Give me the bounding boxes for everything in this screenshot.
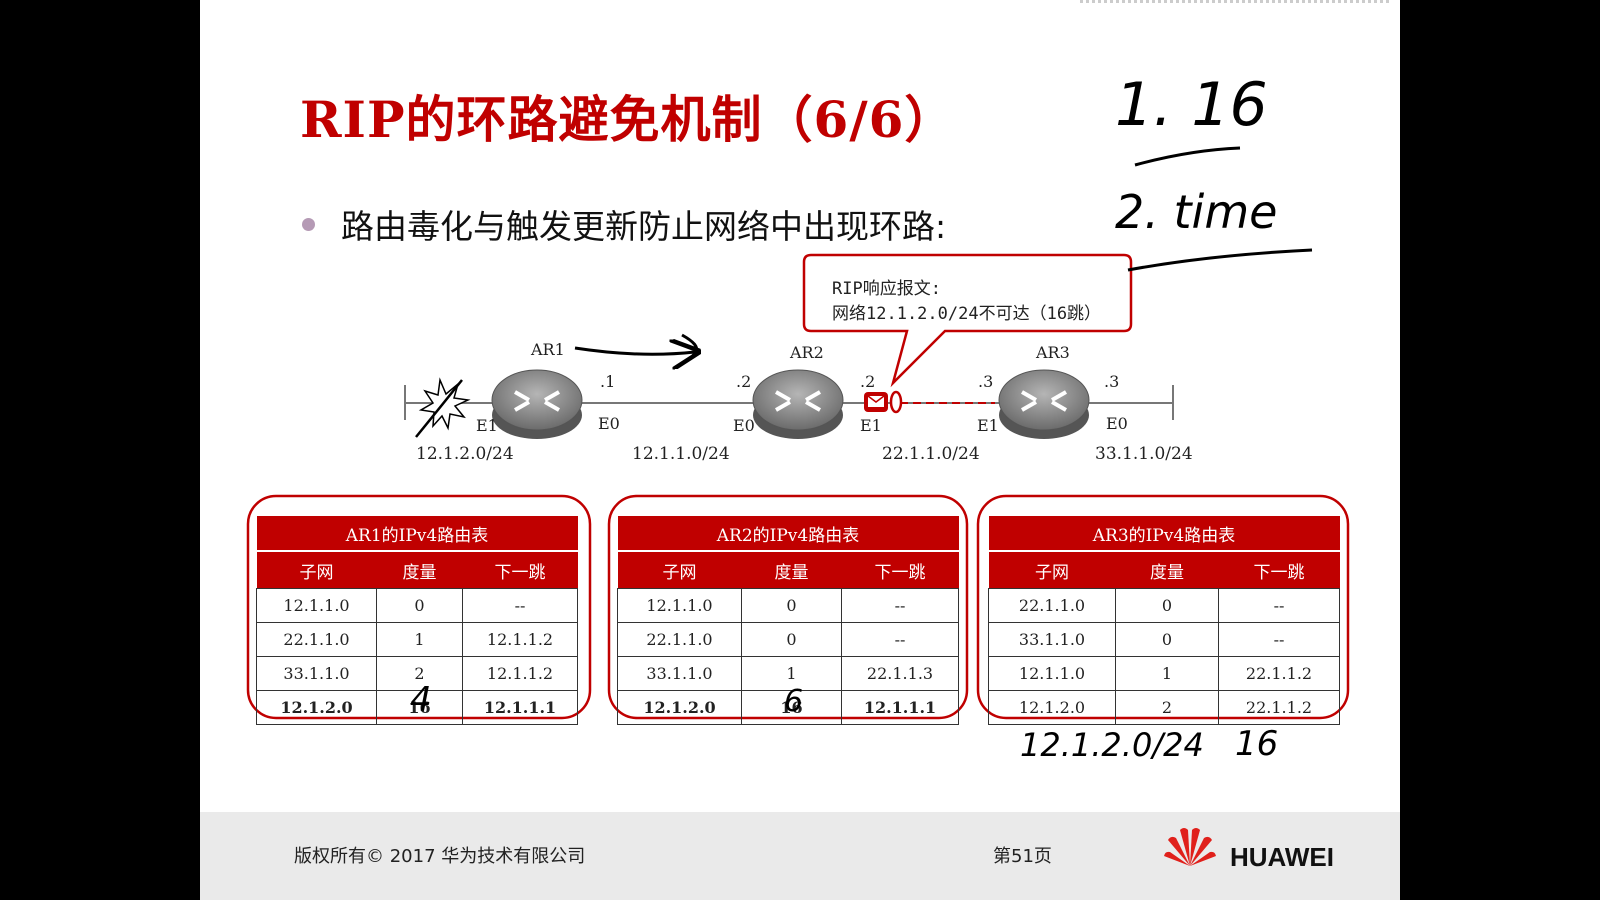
iface-ar2-e1: E1 [860,416,882,435]
cell: 12.1.1.0 [988,656,1116,691]
handwritten-underline-2 [1127,248,1313,272]
cell: 12.1.1.1 [841,690,959,725]
router-label-ar3: AR3 [1036,343,1070,362]
table-row: 12.1.1.0 0 -- [256,588,578,623]
col-header: 下一跳 [841,550,959,589]
cell: -- [462,588,578,623]
col-header: 度量 [741,550,842,589]
handwritten-metric-ar2: 6 [784,684,804,719]
cell: -- [841,588,959,623]
iface-ar3-e0: E0 [1106,414,1128,433]
handwritten-arrowhead [677,333,699,368]
cell: 1 [376,622,463,657]
col-header: 子网 [988,550,1116,589]
cell: 22.1.1.0 [256,622,377,657]
table-caption: AR3的IPv4路由表 [988,516,1340,551]
router-ar2-icon [752,369,844,439]
handwritten-arrow [574,348,695,354]
footer: 版权所有© 2017 华为技术有限公司 第51页 HUAWEI [200,812,1400,900]
cell: 12.1.1.1 [462,690,578,725]
col-header: 度量 [1115,550,1219,589]
col-header: 下一跳 [462,550,578,589]
handwritten-bottom-net: 12.1.2.0/24 [1020,726,1204,764]
table-row: 22.1.1.0 0 -- [617,622,959,657]
network-label: 22.1.1.0/24 [882,444,980,464]
cell: 0 [741,622,842,657]
cell: 22.1.1.2 [1218,690,1340,725]
callout-line-1: RIP响应报文: [832,279,941,299]
footer-page-number: 第51页 [993,846,1052,867]
router-ar3-icon [998,369,1090,439]
cell: 12.1.2.0 [988,690,1116,725]
cell: -- [841,622,959,657]
router-ar1-icon [491,369,583,439]
router-label-ar2: AR2 [790,343,824,362]
cell: 2 [1115,690,1219,725]
routing-table-ar3: AR3的IPv4路由表 子网 度量 下一跳 22.1.1.0 0 -- 33.1.1… [988,516,1340,725]
col-header: 子网 [617,550,742,589]
col-header: 下一跳 [1218,550,1340,589]
handwritten-bottom-metric: 16 [1235,724,1279,764]
iface-ar2-e0: E0 [733,416,755,435]
cell: 0 [1115,588,1219,623]
cell: 12.1.1.2 [462,622,578,657]
table-row: 12.1.2.0 2 22.1.1.2 [988,690,1340,725]
slide: RIP的环路避免机制（6/6） 路由毒化与触发更新防止网络中出现环路: RIP响… [200,0,1400,900]
iface-ar3-e1: E1 [977,416,999,435]
handwritten-note-2: 2. time [1115,185,1278,239]
col-header: 度量 [376,550,463,589]
cell: 0 [741,588,842,623]
addr-ar3-e1: .3 [978,372,994,391]
col-header: 子网 [256,550,377,589]
cell: 22.1.1.3 [841,656,959,691]
envelope-icon [864,390,903,414]
cell: -- [1218,588,1340,623]
table-caption: AR2的IPv4路由表 [617,516,959,551]
table-row: 33.1.1.0 0 -- [988,622,1340,657]
router-label-ar1: AR1 [531,340,565,359]
cell: 22.1.1.0 [617,622,742,657]
iface-ar1-e0: E0 [598,414,620,433]
handwritten-underline-1 [1134,146,1241,167]
cell: 22.1.1.2 [1218,656,1340,691]
cell: 0 [1115,622,1219,657]
iface-ar1-e1: E1 [476,416,498,435]
huawei-logo-icon [1164,828,1216,866]
table-row: 22.1.1.0 1 12.1.1.2 [256,622,578,657]
table-row: 12.1.1.0 1 22.1.1.2 [988,656,1340,691]
cell: 12.1.1.2 [462,656,578,691]
callout-text: RIP响应报文: 网络12.1.2.0/24不可达（16跳） [832,277,1101,327]
cell: -- [1218,622,1340,657]
huawei-wordmark: HUAWEI [1230,842,1334,872]
table-row: 12.1.1.0 0 -- [617,588,959,623]
cell: 0 [376,588,463,623]
addr-ar3-e0: .3 [1104,372,1120,391]
cell: 22.1.1.0 [988,588,1116,623]
cell: 33.1.1.0 [617,656,742,691]
footer-copyright: 版权所有© 2017 华为技术有限公司 [294,846,586,867]
addr-ar2-e1: .2 [860,372,876,391]
cell: 12.1.1.0 [617,588,742,623]
addr-ar2-e0: .2 [736,372,752,391]
addr-ar1-e0: .1 [600,372,616,391]
cell: 33.1.1.0 [256,656,377,691]
cell: 12.1.2.0 [256,690,377,725]
handwritten-note-1: 1. 16 [1115,70,1268,140]
network-label: 12.1.2.0/24 [416,444,514,464]
network-label: 12.1.1.0/24 [632,444,730,464]
table-row: 22.1.1.0 0 -- [988,588,1340,623]
table-caption: AR1的IPv4路由表 [256,516,578,551]
link-failure-icon [415,377,471,438]
cell: 1 [1115,656,1219,691]
cell: 12.1.1.0 [256,588,377,623]
cell: 12.1.2.0 [617,690,742,725]
callout-line-2: 网络12.1.2.0/24不可达（16跳） [832,304,1102,324]
network-label: 33.1.1.0/24 [1095,444,1193,464]
handwritten-metric-ar1: 4 [410,680,432,720]
cell: 33.1.1.0 [988,622,1116,657]
